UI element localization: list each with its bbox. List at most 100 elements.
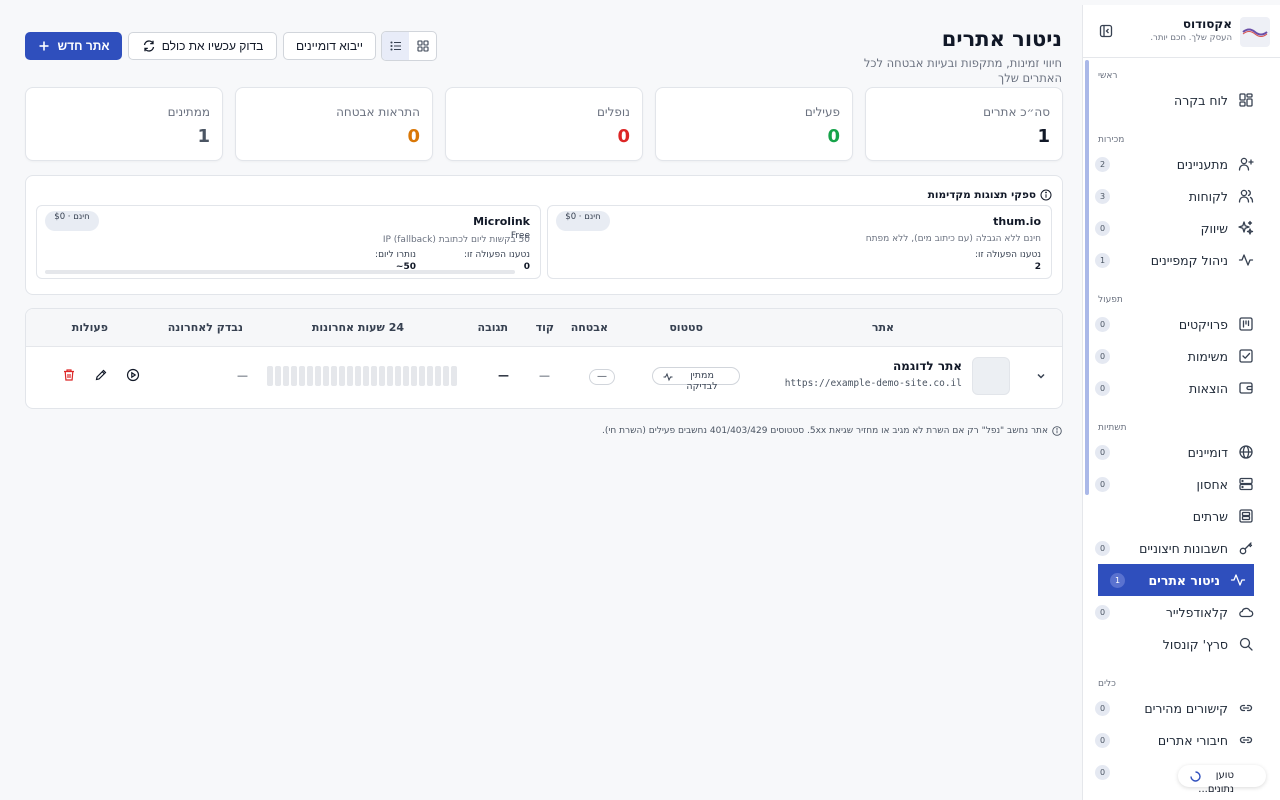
status-badge: ממתין לבדיקה (652, 367, 740, 392)
stat-label: נופלים (596, 105, 630, 119)
provider-used-label: נטענו הפעולה זו: (463, 250, 530, 260)
provider-used-label: נטענו הפעולה זו: (974, 250, 1041, 260)
sidebar-section-title: תשתיות (1083, 404, 1280, 436)
site-name[interactable]: אתר לדוגמה (893, 359, 962, 373)
link-icon (1239, 704, 1253, 712)
sidebar-item[interactable]: חשבונות חיצוניים 0 (1083, 532, 1280, 564)
sidebar-item[interactable]: אחסון 0 (1083, 468, 1280, 500)
uptime-bar (275, 366, 281, 386)
sidebar-section-label: ראשי (1098, 71, 1118, 81)
sidebar-section-label: מכירות (1098, 135, 1125, 145)
sidebar-item[interactable]: סרץ' קונסול (1083, 628, 1280, 660)
column-last-24-hours[interactable]: 24 שעות אחרונות (312, 321, 404, 334)
column-last-checked[interactable]: נבדק לאחרונה (168, 321, 243, 334)
check-now-button[interactable] (126, 368, 140, 382)
new-site-button[interactable]: אתר חדש (25, 32, 122, 60)
sidebar-item-count: 3 (1095, 188, 1110, 204)
import-domains-button[interactable]: ייבוא דומיינים (283, 32, 376, 60)
uptime-bar (395, 366, 401, 386)
sites-table: אתר סטטוס אבטחה קוד תגובה 24 שעות אחרונו… (25, 308, 1063, 409)
provider-description: 50 בקשות ליום לכתובת IP (fallback) (382, 235, 530, 245)
security-badge: — (589, 369, 615, 385)
column-site[interactable]: אתר (872, 321, 894, 334)
down-definition-note: אתר נחשב "נפל" רק אם השרת לא מגיב או מחז… (602, 426, 1062, 436)
sidebar-item[interactable]: דומיינים 0 (1083, 436, 1280, 468)
brand-tagline: העסק שלך. חכם יותר. (1150, 33, 1232, 43)
uptime-bar (427, 366, 433, 386)
check-all-button[interactable]: בדוק עכשיו את כולם (128, 32, 277, 60)
stat-card: ממתינים 1 (25, 87, 223, 161)
uptime-bar (403, 366, 409, 386)
sidebar-item[interactable]: הוצאות 0 (1083, 372, 1280, 404)
uptime-bar (331, 366, 337, 386)
sidebar-item-label: סרץ' קונסול (1162, 636, 1228, 652)
sidebar-item-count: 0 (1095, 316, 1110, 332)
providers-title-text: ספקי תצוגות מקדימות (927, 189, 1036, 201)
sidebar-item-label: לקוחות (1188, 188, 1228, 204)
sidebar-item-label: פרויקטים (1178, 316, 1228, 332)
sidebar-item[interactable]: קלאודפלייר 0 (1083, 596, 1280, 628)
provider-name: Microlink (473, 215, 530, 228)
sidebar-item[interactable]: שרתים (1083, 500, 1280, 532)
sidebar-item[interactable]: ניטור אתרים 1 (1098, 564, 1254, 596)
sidebar-item-label: לוח בקרה (1174, 92, 1228, 108)
sidebar-item-label: קלאודפלייר (1165, 604, 1228, 620)
pencil-icon (95, 369, 107, 381)
uptime-bar (355, 366, 361, 386)
sidebar-item-label: דומיינים (1187, 444, 1228, 460)
sidebar-scrollbar[interactable] (1085, 60, 1089, 495)
sidebar-section-title: כלים (1083, 660, 1280, 692)
table-row[interactable]: אתר לדוגמה https://example-demo-site.co.… (26, 347, 1062, 408)
sparkles-icon (1238, 220, 1254, 235)
pulse-icon (1230, 574, 1246, 586)
provider-card-thumio: thum.io חינם · $0 חינם ללא הגבלה (עם כית… (547, 205, 1052, 279)
sidebar-item[interactable]: מתעניינים 2 (1083, 148, 1280, 180)
sidebar-item[interactable]: ניהול קמפיינים 1 (1083, 244, 1280, 276)
check-all-label: בדוק עכשיו את כולם (161, 39, 264, 53)
uptime-bar (291, 366, 297, 386)
brand-logo[interactable] (1240, 17, 1270, 47)
sidebar-item[interactable]: משימות 0 (1083, 340, 1280, 372)
sidebar-item[interactable]: לקוחות 3 (1083, 180, 1280, 212)
stat-value: 0 (827, 126, 840, 147)
collapse-sidebar-icon[interactable] (1099, 24, 1113, 38)
sidebar-item-label: חיבורי אתרים (1157, 732, 1228, 748)
sidebar-section-label: תפעול (1098, 295, 1123, 305)
wallet-icon (1239, 382, 1253, 394)
sidebar-item-count: 0 (1095, 476, 1110, 492)
edit-button[interactable] (94, 368, 108, 382)
column-security[interactable]: אבטחה (571, 321, 608, 334)
key-icon (1239, 542, 1253, 555)
sidebar-item[interactable]: לוח בקרה (1083, 84, 1280, 116)
stat-card: סה״כ אתרים 1 (865, 87, 1063, 161)
delete-button[interactable] (62, 368, 76, 382)
site-url[interactable]: https://example-demo-site.co.il (785, 378, 962, 389)
providers-title: ספקי תצוגות מקדימות (927, 189, 1052, 201)
column-response[interactable]: תגובה (478, 321, 508, 334)
list-view-button[interactable] (382, 32, 409, 60)
chevron-down-icon[interactable] (1034, 369, 1048, 383)
sidebar-item[interactable]: פרויקטים 0 (1083, 308, 1280, 340)
info-icon (1052, 426, 1062, 436)
footnote-text: אתר נחשב "נפל" רק אם השרת לא מגיב או מחז… (601, 426, 1048, 436)
uptime-bars (267, 366, 457, 386)
sidebar-item-label: שרתים (1192, 508, 1228, 524)
sidebar-item-count: 0 (1095, 220, 1110, 236)
column-status[interactable]: סטטוס (669, 321, 703, 334)
sidebar-item[interactable]: חיבורי אתרים 0 (1083, 724, 1280, 756)
column-code[interactable]: קוד (536, 321, 554, 334)
stat-card: התראות אבטחה 0 (235, 87, 433, 161)
dashboard-icon (1239, 93, 1253, 107)
page-title: ניטור אתרים (941, 27, 1062, 51)
grid-view-button[interactable] (409, 32, 436, 60)
uptime-bar (435, 366, 441, 386)
activity-icon (1238, 254, 1254, 266)
site-thumbnail[interactable] (972, 357, 1010, 395)
uptime-bar (443, 366, 449, 386)
sidebar-item[interactable]: שיווק 0 (1083, 212, 1280, 244)
sidebar-item[interactable]: קישורים מהירים 0 (1083, 692, 1280, 724)
uptime-bar (323, 366, 329, 386)
sidebar: אקסודוס העסק שלך. חכם יותר. ראשי לוח בקרה… (1082, 5, 1280, 800)
provider-price-badge: חינם · $0 (45, 211, 99, 231)
sidebar-section-label: תשתיות (1098, 423, 1127, 433)
